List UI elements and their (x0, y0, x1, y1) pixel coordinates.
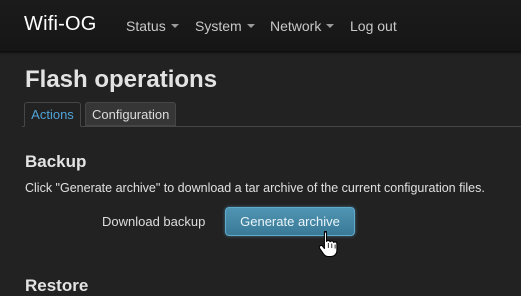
nav-system-label: System (195, 18, 242, 34)
hand-pointer-icon (318, 230, 338, 258)
nav-status-menu[interactable]: Status (126, 18, 179, 34)
restore-section-heading: Restore (25, 276, 89, 295)
caret-down-icon (170, 24, 179, 29)
backup-section-heading: Backup (25, 152, 87, 171)
nav-logout-link[interactable]: Log out (350, 18, 397, 34)
nav-logout-label: Log out (350, 18, 397, 34)
brand-logo[interactable]: Wifi-OG (24, 13, 97, 36)
nav-network-label: Network (270, 18, 322, 34)
caret-down-icon (246, 24, 255, 29)
nav-system-menu[interactable]: System (195, 18, 255, 34)
nav-status-label: Status (126, 18, 166, 34)
tab-actions[interactable]: Actions (24, 102, 81, 127)
caret-down-icon (326, 24, 335, 29)
tab-configuration[interactable]: Configuration (85, 102, 176, 126)
backup-description: Click "Generate archive" to download a t… (25, 181, 485, 195)
nav-network-menu[interactable]: Network (270, 18, 335, 34)
page-title: Flash operations (25, 66, 218, 93)
download-backup-label: Download backup (102, 214, 206, 229)
top-navbar: Wifi-OG Status System Network Log out (0, 0, 521, 52)
